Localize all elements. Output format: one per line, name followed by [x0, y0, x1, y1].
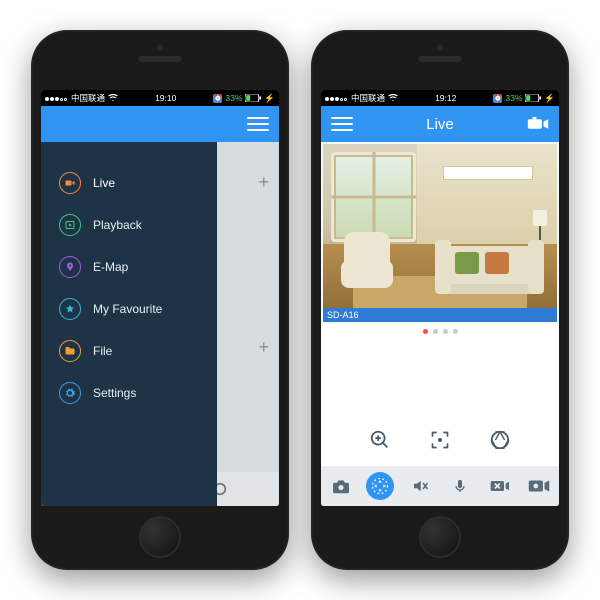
menu-label: File [93, 344, 112, 358]
alarm-icon: ⏰ [213, 94, 222, 103]
menu-item-emap[interactable]: E-Map [51, 246, 217, 288]
home-button[interactable] [139, 516, 181, 558]
phone-right: 中国联通 19:12 ⏰ 33% ⚡ Live [311, 30, 569, 570]
camera-mode-button[interactable] [527, 115, 549, 133]
aperture-button[interactable] [488, 428, 512, 452]
nav-bar: Live [321, 106, 559, 142]
menu-item-live[interactable]: Live [51, 162, 217, 204]
menu-item-file[interactable]: File [51, 330, 217, 372]
star-icon [59, 298, 81, 320]
page-dot[interactable] [433, 329, 438, 334]
nav-title: Live [353, 116, 527, 133]
playback-icon [59, 214, 81, 236]
camera-feed[interactable]: SD-A16 [323, 144, 557, 322]
mic-button[interactable] [446, 472, 474, 500]
phone-camera-dot [437, 44, 444, 51]
camera-name-label: SD-A16 [323, 308, 557, 322]
battery-icon [525, 94, 541, 102]
focus-button[interactable] [428, 428, 452, 452]
live-viewport: SD-A16 [321, 142, 559, 506]
bottom-toolbar [321, 466, 559, 506]
clock-label: 19:12 [401, 93, 490, 103]
zoom-button[interactable] [368, 428, 392, 452]
emap-icon [59, 256, 81, 278]
nav-bar [41, 106, 279, 142]
status-bar: 中国联通 19:10 ⏰ 33% ⚡ [41, 90, 279, 106]
battery-label: 33% [505, 93, 522, 103]
phone-speaker [418, 56, 462, 62]
nav-drawer: Live Playback E-Map [41, 142, 217, 506]
wifi-icon [108, 94, 118, 102]
charging-icon: ⚡ [264, 93, 275, 104]
signal-dots-icon [325, 93, 348, 103]
menu-label: Live [93, 176, 115, 190]
battery-label: 33% [225, 93, 242, 103]
camera-icon [59, 172, 81, 194]
page-dot[interactable] [443, 329, 448, 334]
phone-camera-dot [157, 44, 164, 51]
menu-label: Playback [93, 218, 142, 232]
carrier-label: 中国联通 [71, 92, 105, 104]
page-dot[interactable] [453, 329, 458, 334]
screen-left: 中国联通 19:10 ⏰ 33% ⚡ + [41, 90, 279, 506]
home-button[interactable] [419, 516, 461, 558]
clock-label: 19:10 [121, 93, 210, 103]
ptz-button[interactable] [366, 472, 394, 500]
menu-label: My Favourite [93, 302, 162, 316]
page-indicator [321, 324, 559, 338]
screen-right: 中国联通 19:12 ⏰ 33% ⚡ Live [321, 90, 559, 506]
snapshot-button[interactable] [327, 472, 355, 500]
close-feed-button[interactable] [485, 472, 513, 500]
carrier-label: 中国联通 [351, 92, 385, 104]
menu-button[interactable] [247, 115, 269, 133]
status-bar: 中国联通 19:12 ⏰ 33% ⚡ [321, 90, 559, 106]
menu-item-favourite[interactable]: My Favourite [51, 288, 217, 330]
menu-label: E-Map [93, 260, 128, 274]
gear-icon [59, 382, 81, 404]
file-icon [59, 340, 81, 362]
alarm-icon: ⏰ [493, 94, 502, 103]
menu-button[interactable] [331, 115, 353, 133]
ptz-controls [321, 338, 559, 466]
charging-icon: ⚡ [544, 93, 555, 104]
signal-dots-icon [45, 93, 68, 103]
menu-item-settings[interactable]: Settings [51, 372, 217, 414]
phone-speaker [138, 56, 182, 62]
menu-item-playback[interactable]: Playback [51, 204, 217, 246]
wifi-icon [388, 94, 398, 102]
live-body: + + Live [41, 142, 279, 506]
page-dot[interactable] [423, 329, 428, 334]
record-button[interactable] [525, 472, 553, 500]
mute-button[interactable] [406, 472, 434, 500]
phone-left: 中国联通 19:10 ⏰ 33% ⚡ + [31, 30, 289, 570]
menu-label: Settings [93, 386, 136, 400]
battery-icon [245, 94, 261, 102]
